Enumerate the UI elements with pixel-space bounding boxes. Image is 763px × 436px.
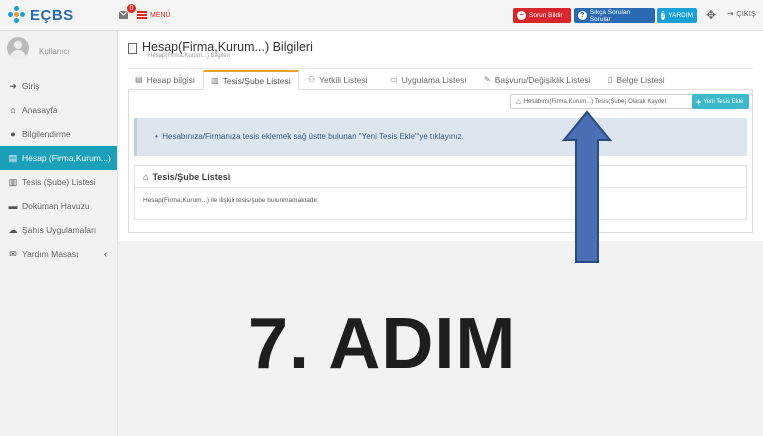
info-icon: ● (10, 129, 16, 139)
tab-label: Başvuru/Değişiklik Listesi (494, 74, 591, 85)
tab-label: Hesap bilgisi (146, 74, 195, 85)
building-icon: ▥ (8, 177, 18, 187)
sidebar-item-tesis-listesi[interactable]: ▥ Tesis (Şube) Listesi (0, 170, 117, 194)
sidebar-item-label: Doküman Havuzu (22, 201, 90, 211)
report-problem-button[interactable]: − Sorun Bildir (513, 8, 571, 23)
new-facility-label: Yeni Tesis Ekle (703, 98, 744, 105)
help-circle-icon: ? (661, 11, 666, 20)
avatar (7, 37, 29, 59)
question-circle-icon: ? (578, 11, 587, 20)
faq-button[interactable]: ? Sıkça Sorulan Sorular (574, 8, 655, 23)
facility-list-header: ⌂ Tesis/Şube Listesi (135, 166, 746, 188)
envelope-icon: ✉ (9, 249, 17, 259)
sidebar-item-sahis-uygulamalari[interactable]: ☁ Şahıs Uygulamaları (0, 218, 117, 242)
inbox-icon: ▬ (8, 201, 18, 211)
user-panel[interactable]: Kullanıcı (7, 37, 70, 59)
home-icon: ⌂ (143, 171, 149, 182)
info-message: Hesabınıza/Firmanıza tesis eklemek sağ ü… (162, 132, 464, 141)
file-icon: ▯ (608, 75, 613, 84)
tab-label: Belge Listesi (616, 74, 665, 85)
minus-circle-icon: − (517, 11, 526, 20)
help-button[interactable]: ? YARDIM (657, 8, 697, 23)
username: Kullanıcı (39, 46, 70, 56)
tab-hesap-bilgisi[interactable]: ▤ Hesap bilgisi (128, 70, 202, 89)
desktop-icon: ▭ (390, 75, 398, 84)
step-label: 7. ADIM (248, 304, 517, 384)
pointer-arrow-icon (562, 110, 612, 263)
info-alert: • Hesabınıza/Firmanıza tesis eklemek sağ… (134, 118, 747, 156)
sidebar-item-label: Yardım Masası (22, 249, 79, 259)
tab-label: Tesis/Şube Listesi (222, 75, 291, 86)
divider (128, 68, 753, 69)
tab-label: Yetkili Listesi (319, 74, 368, 85)
sidebar-item-hesap[interactable]: ▤ Hesap (Firma,Kurum...) (0, 146, 117, 170)
tab-belge-listesi[interactable]: ▯ Belge Listesi (601, 70, 672, 89)
sidebar: Kullanıcı ➜ Giriş ⌂ Anasayfa ● Bilgilend… (0, 31, 118, 436)
logo-mark-icon (8, 6, 26, 24)
logout-label: ÇIKIŞ (736, 9, 756, 18)
home-icon: ⌂ (516, 97, 521, 106)
sidebar-item-label: Giriş (22, 81, 40, 91)
sidebar-item-label: Anasayfa (22, 105, 58, 115)
empty-state-text: Hesap(Firma,Kurum...) ile ilişkili tesis… (143, 197, 319, 204)
report-problem-label: Sorun Bildir (529, 12, 563, 19)
tab-tesis-sube-listesi[interactable]: ▥ Tesis/Şube Listesi (203, 70, 299, 90)
facility-list-panel: ⌂ Tesis/Şube Listesi Hesap(Firma,Kurum..… (134, 165, 747, 220)
home-icon: ⌂ (10, 105, 16, 115)
sidebar-item-label: Bilgilendirme (22, 129, 71, 139)
document-icon: ▤ (135, 75, 143, 84)
edit-icon: ✎ (484, 75, 491, 84)
logout-button[interactable]: ⇥ ÇIKIŞ (727, 9, 756, 18)
logo[interactable]: EÇBS (8, 6, 74, 24)
users-icon: ⚇ (308, 75, 316, 84)
save-as-facility-label: Hesabımı(Firma,Kurum...) Tesis(Şube) Ola… (523, 98, 667, 105)
page-title: Hesap(Firma,Kurum...) Bilgileri (142, 40, 313, 54)
plus-icon: + (696, 96, 702, 107)
info-text: • Hesabınıza/Firmanıza tesis eklemek sağ… (155, 132, 464, 141)
sidebar-item-giris[interactable]: ➜ Giriş (0, 74, 117, 98)
logo-text: EÇBS (30, 6, 74, 24)
notification-badge: 0 (127, 4, 136, 13)
hamburger-icon (137, 11, 147, 19)
sidebar-item-label: Şahıs Uygulamaları (22, 225, 97, 235)
top-bar: EÇBS 0 MENÜ − Sorun Bildir ? Sıkça Sorul… (0, 0, 763, 31)
document-icon: ▤ (8, 153, 18, 163)
tab-bar: ▤ Hesap bilgisi ▥ Tesis/Şube Listesi ⚇ Y… (128, 70, 753, 90)
faq-label: Sıkça Sorulan Sorular (589, 8, 631, 23)
menu-button[interactable]: MENÜ (137, 8, 171, 22)
logout-icon: ⇥ (727, 9, 734, 18)
cloud-icon: ☁ (8, 225, 18, 235)
sidebar-item-bilgilendirme[interactable]: ● Bilgilendirme (0, 122, 117, 146)
sign-in-icon: ➜ (9, 81, 17, 91)
sidebar-item-label: Hesap (Firma,Kurum...) (22, 153, 111, 163)
sidebar-item-anasayfa[interactable]: ⌂ Anasayfa (0, 98, 117, 122)
sidebar-item-dokuman-havuzu[interactable]: ▬ Doküman Havuzu (0, 194, 117, 218)
document-icon (128, 43, 137, 54)
tab-label: Uygulama Listesi (401, 74, 467, 85)
new-facility-button[interactable]: + Yeni Tesis Ekle (692, 94, 749, 109)
menu-label: MENÜ (150, 11, 171, 19)
save-as-facility-button[interactable]: ⌂ Hesabımı(Firma,Kurum...) Tesis(Şube) O… (510, 94, 694, 109)
sidebar-item-label: Tesis (Şube) Listesi (22, 177, 96, 187)
fullscreen-icon[interactable]: ✥ (706, 9, 718, 21)
main-content: Hesap(Firma,Kurum...) Bilgileri Hesap(Fi… (118, 31, 763, 241)
tab-uygulama-listesi[interactable]: ▭ Uygulama Listesi (383, 70, 473, 89)
facility-list-title: Tesis/Şube Listesi (152, 171, 231, 182)
tab-yetkili-listesi[interactable]: ⚇ Yetkili Listesi (301, 70, 375, 89)
help-label: YARDIM (668, 12, 694, 19)
tab-basvuru-degisiklik-listesi[interactable]: ✎ Başvuru/Değişiklik Listesi (477, 70, 598, 89)
chevron-left-icon: ‹ (104, 249, 107, 259)
building-icon: ▥ (211, 76, 219, 85)
sidebar-item-yardim-masasi[interactable]: ✉ Yardım Masası ‹ (0, 242, 117, 266)
page-header: Hesap(Firma,Kurum...) Bilgileri Hesap(Fi… (128, 40, 313, 59)
tab-panel: ⌂ Hesabımı(Firma,Kurum...) Tesis(Şube) O… (128, 90, 753, 233)
